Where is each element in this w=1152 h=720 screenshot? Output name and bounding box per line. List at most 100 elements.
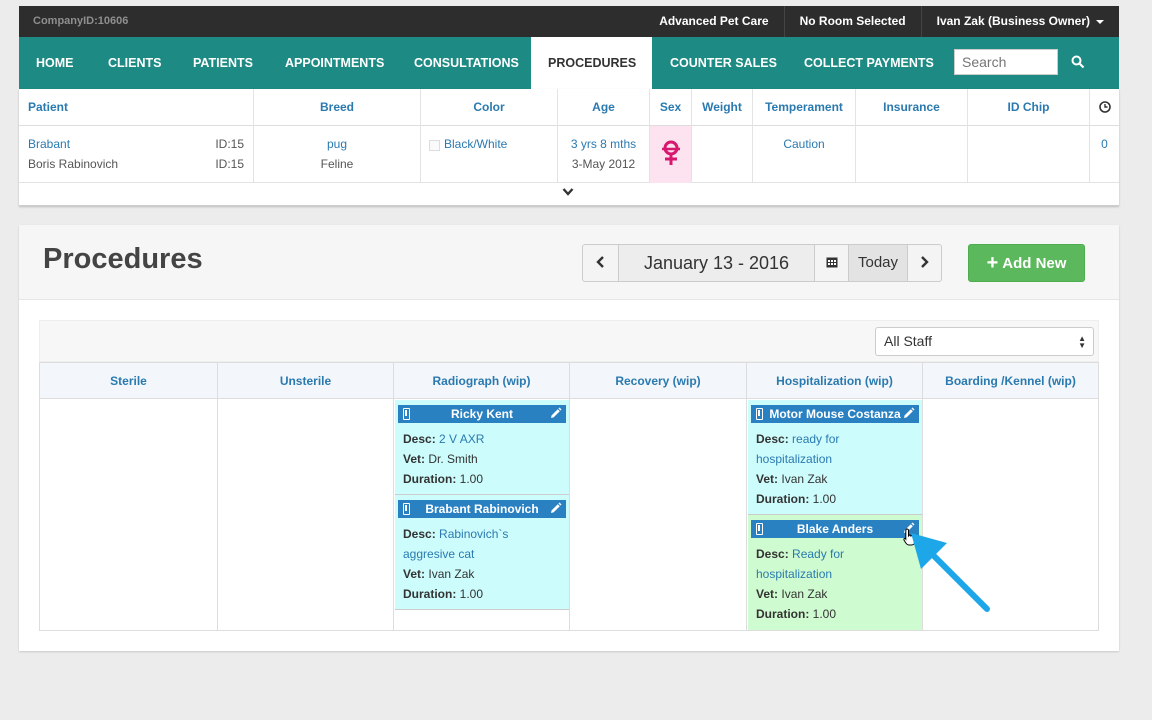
color-cell: Black/White	[420, 126, 557, 183]
pencil-icon[interactable]	[549, 502, 562, 515]
patient-summary: Patient Breed Color Age Sex Weight Tempe…	[19, 89, 1119, 206]
card-patient-name: Blake Anders	[796, 522, 874, 536]
patient-data-row: Brabant ID:15 Boris Rabinovich ID:15 pug…	[19, 126, 1119, 183]
card-duration: 1.00	[812, 492, 837, 506]
card-header: Motor Mouse Costanza	[751, 405, 919, 423]
nav-clients[interactable]: CLIENTS	[91, 37, 178, 89]
chevron-right-icon	[921, 256, 929, 268]
date-navigator: January 13 - 2016 Today	[582, 244, 942, 282]
patient-name-link[interactable]: Brabant	[28, 137, 70, 151]
staff-filter-value: All Staff	[884, 333, 932, 349]
nav-home[interactable]: HOME	[19, 37, 91, 89]
card-details: Desc: ready for hospitalization Vet: Iva…	[748, 423, 922, 517]
temperament-cell: Caution	[752, 126, 855, 183]
nav-procedures[interactable]: PROCEDURES	[531, 37, 652, 89]
chevron-left-icon	[596, 256, 604, 268]
header-temperament: Temperament	[752, 89, 855, 126]
procedure-card[interactable]: Blake Anders Desc: Ready for hospitaliza…	[748, 515, 922, 630]
phone-icon	[403, 408, 410, 420]
header-age: Age	[557, 89, 649, 126]
card-desc: 2 V AXR	[439, 432, 485, 446]
desc-label: Desc:	[756, 547, 789, 561]
top-bar: CompanyID:10606 Advanced Pet Care No Roo…	[19, 6, 1119, 37]
patient-id: ID:15	[215, 137, 244, 151]
current-date[interactable]: January 13 - 2016	[618, 245, 814, 281]
duration-label: Duration:	[756, 492, 810, 506]
patient-header-row: Patient Breed Color Age Sex Weight Tempe…	[19, 89, 1119, 126]
breed-value: pug	[326, 137, 348, 151]
card-header: Blake Anders	[751, 520, 919, 538]
clock-count[interactable]: 0	[1090, 137, 1119, 151]
card-vet: Ivan Zak	[781, 587, 828, 601]
desc-label: Desc:	[756, 432, 789, 446]
expand-chevron-icon[interactable]	[562, 187, 574, 197]
desc-label: Desc:	[403, 527, 436, 541]
company-id: CompanyID:10606	[33, 15, 129, 27]
chevron-down-icon	[1096, 19, 1104, 24]
search-icon[interactable]	[1071, 55, 1085, 69]
clinic-name[interactable]: Advanced Pet Care	[644, 6, 783, 37]
next-day-button[interactable]	[907, 245, 941, 281]
card-header: Brabant Rabinovich	[398, 500, 566, 518]
procedure-card[interactable]: Ricky Kent Desc: 2 V AXR Vet: Dr. Smith …	[395, 400, 569, 495]
calendar-icon	[826, 257, 837, 268]
phone-icon	[756, 408, 763, 420]
age-value: 3 yrs 8 mths	[570, 137, 637, 151]
today-button[interactable]: Today	[848, 245, 907, 281]
column-header: Radiograph (wip)	[394, 363, 569, 399]
room-selector[interactable]: No Room Selected	[783, 6, 921, 37]
page-title: Procedures	[43, 243, 203, 275]
card-details: Desc: Rabinovich`s aggresive cat Vet: Iv…	[395, 518, 569, 612]
column-unsterile: Unsterile	[217, 363, 393, 630]
age-cell: 3 yrs 8 mths 3-May 2012	[557, 126, 649, 183]
procedure-card[interactable]: Brabant Rabinovich Desc: Rabinovich`s ag…	[395, 495, 569, 610]
duration-label: Duration:	[403, 472, 457, 486]
duration-label: Duration:	[403, 587, 457, 601]
card-patient-name: Brabant Rabinovich	[425, 502, 539, 516]
user-menu[interactable]: Ivan Zak (Business Owner)	[920, 6, 1119, 37]
dob-value: 3-May 2012	[571, 157, 636, 171]
vet-label: Vet:	[403, 567, 426, 581]
pencil-icon[interactable]	[902, 407, 915, 420]
add-new-button[interactable]: + Add New	[968, 244, 1085, 282]
column-hospitalization: Hospitalization (wip) Motor Mouse Costan…	[746, 363, 922, 630]
column-header: Sterile	[40, 363, 217, 399]
card-vet: Ivan Zak	[781, 472, 828, 486]
card-patient-name: Motor Mouse Costanza	[769, 407, 901, 421]
nav-appointments[interactable]: APPOINTMENTS	[268, 37, 401, 89]
header-breed: Breed	[253, 89, 420, 126]
procedures-header: Procedures January 13 - 2016 Today + Add …	[19, 225, 1119, 300]
nav-counter-sales[interactable]: COUNTER SALES	[653, 37, 794, 89]
weight-cell	[691, 126, 752, 183]
header-sex: Sex	[649, 89, 691, 126]
temperament-value: Caution	[783, 137, 825, 151]
card-patient-name: Ricky Kent	[450, 407, 514, 421]
female-spayed-icon	[662, 140, 680, 165]
color-swatch	[429, 140, 440, 151]
calendar-button[interactable]	[814, 245, 848, 281]
owner-id: ID:15	[215, 157, 244, 171]
header-clock	[1089, 89, 1119, 126]
clock-icon	[1098, 101, 1111, 113]
staff-filter-select[interactable]: All Staff ▲ ▼	[875, 327, 1094, 356]
id-chip-cell	[967, 126, 1089, 183]
owner-name[interactable]: Boris Rabinovich	[28, 157, 118, 171]
pencil-icon[interactable]	[549, 407, 562, 420]
plus-icon: +	[986, 252, 999, 274]
card-duration: 1.00	[459, 472, 484, 486]
card-duration: 1.00	[812, 607, 837, 621]
header-patient: Patient	[28, 100, 69, 114]
header-id-chip: ID Chip	[967, 89, 1089, 126]
phone-icon	[756, 523, 763, 535]
procedure-card[interactable]: Motor Mouse Costanza Desc: ready for hos…	[748, 400, 922, 515]
annotation-arrow-icon	[911, 533, 990, 612]
prev-day-button[interactable]	[583, 245, 618, 281]
nav-consultations[interactable]: CONSULTATIONS	[397, 37, 536, 89]
card-header: Ricky Kent	[398, 405, 566, 423]
card-details: Desc: Ready for hospitalization Vet: Iva…	[748, 538, 922, 632]
add-new-label: Add New	[1002, 255, 1067, 272]
search-input[interactable]	[954, 49, 1058, 75]
nav-collect-payments[interactable]: COLLECT PAYMENTS	[787, 37, 951, 89]
column-header: Boarding /Kennel (wip)	[923, 363, 1098, 399]
nav-patients[interactable]: PATIENTS	[176, 37, 270, 89]
